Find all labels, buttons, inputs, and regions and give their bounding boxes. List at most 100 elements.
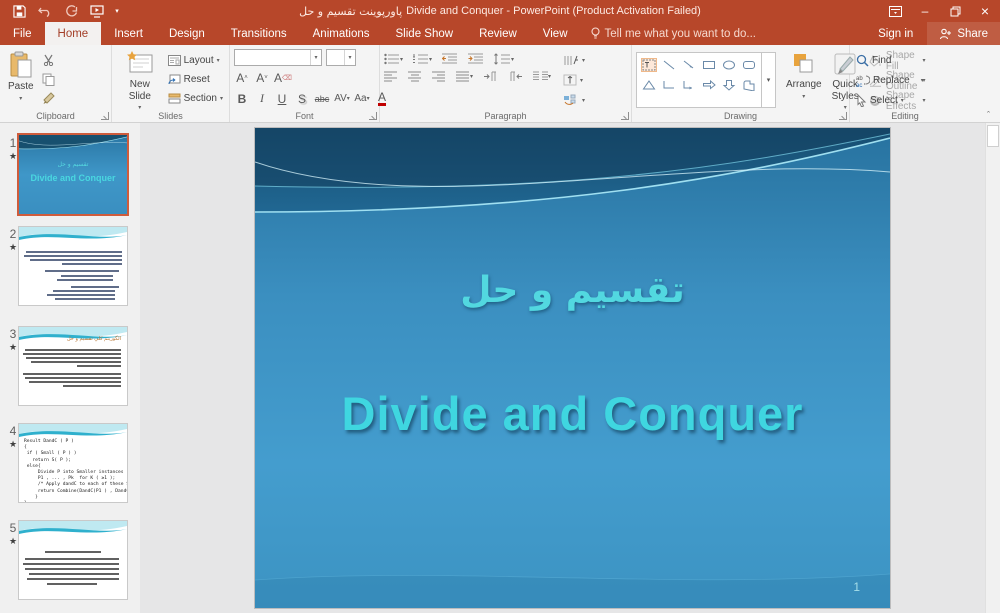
start-from-beginning-icon[interactable] — [84, 0, 110, 22]
bullets-button[interactable]: ▾ — [384, 53, 403, 65]
slide-title-arabic[interactable]: تقسيم و حل — [255, 270, 890, 311]
align-left-button[interactable] — [384, 71, 398, 82]
line-spacing-button[interactable]: ▾ — [494, 53, 514, 65]
font-name-combobox[interactable]: ▾ — [234, 49, 322, 66]
increase-indent-button[interactable] — [468, 53, 484, 65]
cut-button[interactable] — [40, 52, 57, 68]
increase-font-size-button[interactable]: A˄ — [234, 69, 250, 86]
shapes-gallery[interactable] — [636, 52, 762, 108]
tab-view[interactable]: View — [530, 22, 581, 45]
slide-4-thumbnail[interactable]: Result DandC ( P ) { if ( Small ( P ) ) … — [18, 423, 128, 503]
find-button[interactable]: Find — [854, 52, 926, 68]
numbering-button[interactable]: ▾ — [413, 53, 432, 65]
shape-elbow-connector-icon[interactable] — [662, 79, 676, 91]
shape-triangle-icon[interactable] — [642, 79, 656, 91]
shape-line-icon[interactable] — [662, 59, 676, 71]
shape-oval-icon[interactable] — [722, 59, 736, 71]
text-direction-button[interactable]: ▾ — [561, 52, 587, 68]
copy-button[interactable] — [40, 71, 57, 87]
font-size-dropdown-icon[interactable]: ▾ — [344, 50, 355, 65]
tab-home[interactable]: Home — [45, 22, 102, 45]
share-person-icon — [939, 28, 952, 40]
thumbnail-slide-3[interactable]: 3★ الگوريتم كلي تقسيم و حل — [0, 326, 140, 418]
font-size-combobox[interactable]: ▾ — [326, 49, 356, 66]
tab-transitions[interactable]: Transitions — [218, 22, 300, 45]
paste-button[interactable]: Paste ▾ — [4, 49, 38, 108]
tab-insert[interactable]: Insert — [101, 22, 156, 45]
font-name-dropdown-icon[interactable]: ▾ — [310, 50, 321, 65]
shape-corner-icon[interactable] — [742, 79, 756, 91]
align-text-button[interactable]: ▾ — [561, 72, 587, 88]
new-slide-dropdown-icon[interactable]: ▾ — [138, 104, 141, 111]
shape-textbox-icon[interactable] — [641, 58, 657, 72]
shape-arrow-icon[interactable] — [682, 59, 696, 71]
text-line — [77, 365, 121, 367]
columns-button[interactable]: ▾ — [533, 71, 551, 82]
bold-button[interactable]: B — [234, 90, 250, 107]
slide-3-thumbnail[interactable]: الگوريتم كلي تقسيم و حل — [18, 326, 128, 406]
vertical-scrollbar[interactable] — [985, 123, 1000, 613]
sign-in-button[interactable]: Sign in — [864, 22, 927, 45]
layout-button[interactable]: Layout▾ — [166, 52, 225, 68]
thumbnail-slide-5[interactable]: 5★ — [0, 520, 140, 612]
italic-button[interactable]: I — [254, 90, 270, 107]
customize-qat-dropdown-icon[interactable]: ▾ — [110, 0, 124, 22]
shape-rectangle-icon[interactable] — [702, 59, 716, 71]
current-slide[interactable]: تقسيم و حل Divide and Conquer 1 — [255, 128, 890, 608]
clipboard-dialog-launcher-icon[interactable] — [101, 112, 109, 120]
scrollbar-thumb[interactable] — [987, 125, 999, 147]
thumbnail-slide-1[interactable]: 1★ تقسيم و حل Divide and Conquer — [0, 135, 140, 227]
format-painter-button[interactable] — [40, 90, 57, 106]
paragraph-dialog-launcher-icon[interactable] — [621, 112, 629, 120]
new-slide-button[interactable]: New Slide ▾ — [116, 49, 164, 108]
drawing-dialog-launcher-icon[interactable] — [839, 112, 847, 120]
reset-button[interactable]: Reset — [166, 71, 225, 87]
slide-title-english[interactable]: Divide and Conquer — [255, 386, 890, 441]
change-case-button[interactable]: Aa▾ — [354, 90, 370, 107]
decrease-font-size-button[interactable]: A˅ — [254, 69, 270, 86]
align-right-button[interactable] — [432, 71, 446, 82]
convert-smartart-button[interactable]: ▾ — [561, 92, 587, 108]
section-button[interactable]: Section▾ — [166, 90, 225, 106]
rtl-text-direction-button[interactable] — [508, 71, 523, 82]
slide-1-thumbnail[interactable]: تقسيم و حل Divide and Conquer — [17, 133, 129, 216]
underline-button[interactable]: U — [274, 90, 290, 107]
restore-button[interactable] — [940, 0, 970, 22]
ribbon-display-options-icon[interactable] — [880, 0, 910, 22]
paste-dropdown-icon[interactable]: ▾ — [19, 95, 22, 102]
shape-elbow-arrow-connector-icon[interactable] — [682, 79, 696, 91]
tab-review[interactable]: Review — [466, 22, 530, 45]
minimize-button[interactable]: – — [910, 0, 940, 22]
shape-rounded-rectangle-icon[interactable] — [742, 59, 756, 71]
undo-icon[interactable] — [32, 0, 58, 22]
decrease-indent-button[interactable] — [442, 53, 458, 65]
replace-button[interactable]: abac Replace▾ — [854, 72, 926, 88]
share-button[interactable]: Share — [927, 22, 1000, 45]
collapse-ribbon-icon[interactable]: ˆ — [987, 110, 990, 120]
shape-right-arrow-icon[interactable] — [702, 79, 716, 91]
thumbnail-slide-4[interactable]: 4★ Result DandC ( P ) { if ( Small ( P )… — [0, 423, 140, 515]
font-dialog-launcher-icon[interactable] — [369, 112, 377, 120]
justify-button[interactable]: ▾ — [456, 71, 473, 82]
tab-design[interactable]: Design — [156, 22, 218, 45]
text-shadow-button[interactable]: S — [294, 90, 310, 107]
ltr-text-direction-button[interactable] — [483, 71, 498, 82]
character-spacing-button[interactable]: AV▾ — [334, 90, 350, 107]
redo-icon[interactable] — [58, 0, 84, 22]
tab-slide-show[interactable]: Slide Show — [383, 22, 467, 45]
close-button[interactable]: × — [970, 0, 1000, 22]
shapes-gallery-more-icon[interactable]: ▾ — [762, 52, 776, 108]
tab-file[interactable]: File — [0, 22, 45, 45]
select-button[interactable]: Select▾ — [854, 92, 926, 108]
tell-me-box[interactable]: Tell me what you want to do... — [581, 22, 767, 45]
slide-5-thumbnail[interactable] — [18, 520, 128, 600]
slide-2-thumbnail[interactable] — [18, 226, 128, 306]
tab-animations[interactable]: Animations — [300, 22, 383, 45]
shape-down-arrow-icon[interactable] — [722, 79, 736, 91]
align-center-button[interactable] — [408, 71, 422, 82]
clear-formatting-button[interactable]: A⌫ — [274, 69, 292, 86]
strikethrough-button[interactable]: abc — [314, 90, 330, 107]
thumbnail-slide-2[interactable]: 2★ — [0, 226, 140, 318]
save-icon[interactable] — [6, 0, 32, 22]
arrange-button[interactable]: Arrange ▾ — [782, 49, 826, 108]
